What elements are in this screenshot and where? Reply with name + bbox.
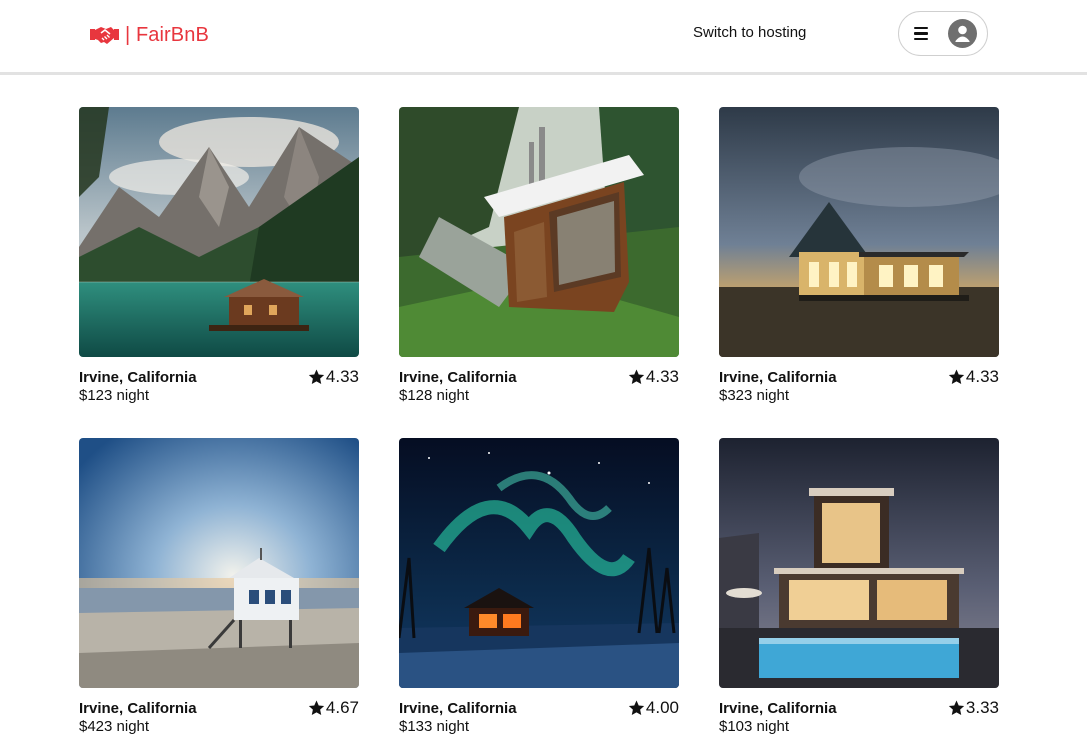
listing-location: Irvine, California [79, 700, 197, 717]
star-icon [308, 369, 325, 385]
listing-photo[interactable] [79, 107, 359, 357]
listing-rating: 3.33 [948, 698, 999, 718]
listing-photo[interactable] [399, 438, 679, 688]
listing-price: $133 night [399, 718, 470, 735]
listing-location: Irvine, California [399, 369, 517, 386]
user-avatar-icon [948, 19, 977, 48]
listing-photo[interactable] [719, 107, 999, 357]
listing-price: $423 night [79, 718, 150, 735]
listing-photo[interactable] [79, 438, 359, 688]
listing-location: Irvine, California [719, 700, 837, 717]
rating-value: 4.67 [325, 698, 359, 717]
rating-value: 4.33 [965, 367, 999, 386]
handshake-icon [90, 27, 119, 44]
switch-to-hosting-link[interactable]: Switch to hosting [693, 24, 806, 41]
listing-photo[interactable] [719, 438, 999, 688]
rating-value: 4.33 [325, 367, 359, 386]
listing-price: $123 night [79, 387, 150, 404]
star-icon [628, 700, 645, 716]
listing-location: Irvine, California [719, 369, 837, 386]
user-menu-button[interactable] [898, 11, 988, 56]
brand-logo[interactable]: | FairBnB [90, 22, 209, 48]
listing-price: $128 night [399, 387, 470, 404]
rating-value: 4.33 [645, 367, 679, 386]
listing-rating: 4.33 [308, 367, 359, 387]
hamburger-menu-icon [914, 27, 928, 41]
listing-rating: 4.00 [628, 698, 679, 718]
listing-rating: 4.67 [308, 698, 359, 718]
top-navbar: | FairBnB Switch to hosting [0, 0, 1087, 75]
star-icon [308, 700, 325, 716]
star-icon [948, 369, 965, 385]
rating-value: 3.33 [965, 698, 999, 717]
listing-rating: 4.33 [948, 367, 999, 387]
listing-price: $323 night [719, 387, 790, 404]
rating-value: 4.00 [645, 698, 679, 717]
listing-location: Irvine, California [399, 700, 517, 717]
star-icon [628, 369, 645, 385]
star-icon [948, 700, 965, 716]
listing-rating: 4.33 [628, 367, 679, 387]
listing-photo[interactable] [399, 107, 679, 357]
brand-name: | FairBnB [125, 23, 209, 46]
listing-location: Irvine, California [79, 369, 197, 386]
listing-price: $103 night [719, 718, 790, 735]
